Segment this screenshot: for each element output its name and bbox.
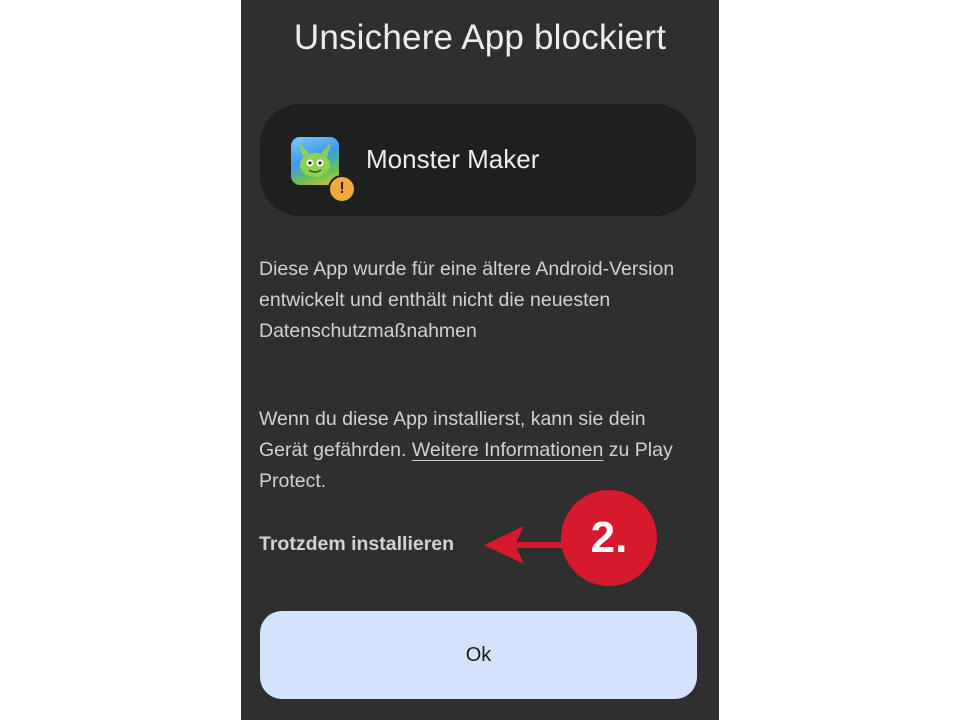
annotation-arrow bbox=[484, 526, 568, 564]
step-badge: 2. bbox=[561, 490, 657, 586]
